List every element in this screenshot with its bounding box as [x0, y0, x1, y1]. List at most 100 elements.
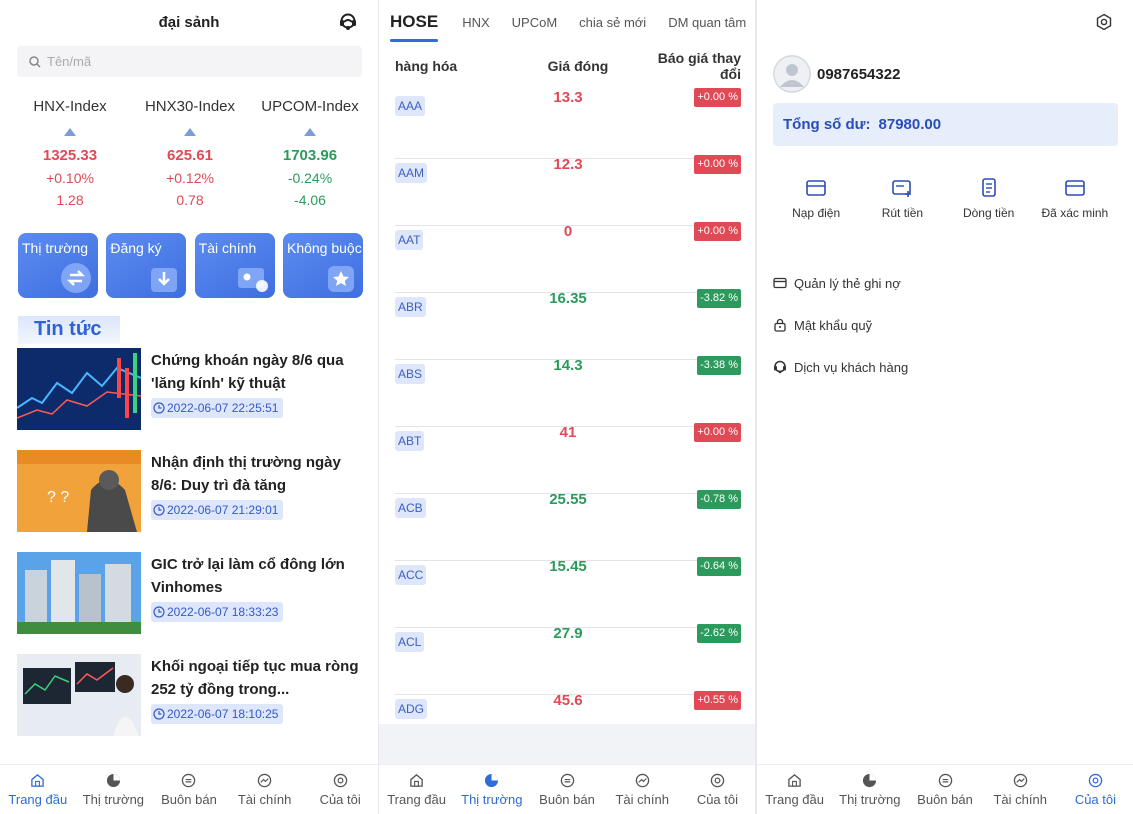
table-row[interactable]: ACB 25.55 -0.78 %	[395, 490, 741, 561]
trade-icon	[938, 773, 952, 787]
index-change: -4.06	[294, 192, 326, 208]
stock-code[interactable]: ACC	[395, 565, 427, 585]
quick-register-button[interactable]: Đăng ký	[106, 233, 187, 298]
download-bag-icon	[151, 268, 178, 292]
pie-chart-icon	[106, 773, 120, 787]
table-row[interactable]: AAA 13.3 +0.00 %	[395, 88, 741, 159]
cashflow-button[interactable]: Dòng tiền	[946, 178, 1032, 220]
bottom-nav: Trang đầu Thị trường Buôn bán Tài chính …	[0, 764, 378, 814]
trend-icon	[635, 773, 649, 787]
index-hnx[interactable]: HNX-Index 1325.33 +0.10% 1.28	[10, 98, 130, 211]
list-item[interactable]: Khối ngoại tiếp tục mua ròng 252 tỷ đồng…	[17, 654, 367, 756]
tab-hnx[interactable]: HNX	[462, 15, 489, 30]
nav-market[interactable]: Thị trường	[76, 765, 152, 814]
index-upcom[interactable]: UPCOM-Index 1703.96 -0.24% -4.06	[250, 98, 370, 211]
table-row[interactable]: ACC 15.45 -0.64 %	[395, 557, 741, 628]
stock-code[interactable]: AAT	[395, 230, 424, 250]
list-item[interactable]: GIC trở lại làm cổ đông lớn Vinhomes 202…	[17, 552, 367, 654]
nav-home[interactable]: Trang đầu	[757, 765, 832, 814]
quick-label: Tài chính	[198, 240, 257, 256]
credit-card-icon	[773, 277, 787, 289]
headset-icon	[774, 360, 786, 374]
news-timestamp: 2022-06-07 18:10:25	[151, 704, 284, 724]
tab-hose[interactable]: HOSE	[390, 12, 439, 42]
change-badge: +0.00 %	[694, 88, 741, 107]
pie-chart-icon	[863, 773, 877, 787]
tab-upcom[interactable]: UPCoM	[512, 15, 558, 30]
table-row[interactable]: ABT 41 +0.00 %	[395, 423, 741, 494]
list-item[interactable]: Chứng khoán ngày 8/6 qua 'lăng kính' kỹ …	[17, 348, 367, 450]
stock-price: 14.3	[553, 357, 583, 374]
settings-gear-icon[interactable]	[1095, 13, 1113, 31]
stock-table: hàng hóa Giá đóng Báo giá thay đổi AAA 1…	[379, 44, 755, 724]
lock-icon	[774, 318, 786, 332]
table-row[interactable]: ABS 14.3 -3.38 %	[395, 356, 741, 427]
nav-home[interactable]: Trang đầu	[0, 765, 76, 814]
nav-mine[interactable]: Của tôi	[302, 765, 378, 814]
up-arrow-icon	[184, 128, 196, 136]
index-hnx30[interactable]: HNX30-Index 625.61 +0.12% 0.78	[130, 98, 250, 211]
nav-label: Tài chính	[615, 791, 669, 807]
stock-code[interactable]: ABR	[395, 297, 426, 317]
table-row[interactable]: ADG 45.6 +0.55 %	[395, 691, 741, 762]
customer-service-icon[interactable]	[338, 12, 358, 32]
menu-customer-service[interactable]: Dịch vụ khách hàng	[773, 346, 1118, 388]
user-circle-icon	[1088, 773, 1103, 787]
menu-fund-password[interactable]: Mật khẩu quỹ	[773, 304, 1118, 346]
index-value: 625.61	[167, 147, 213, 164]
trade-icon	[560, 773, 574, 787]
stock-code[interactable]: ACL	[395, 632, 425, 652]
col-code-header: hàng hóa	[395, 58, 458, 74]
stock-code[interactable]: AAM	[395, 163, 428, 183]
stock-code[interactable]: ACB	[395, 498, 426, 518]
search-input[interactable]	[47, 54, 347, 69]
nav-trade[interactable]: Buôn bán	[151, 765, 227, 814]
quick-market-button[interactable]: Thị trường	[18, 233, 98, 298]
nav-finance[interactable]: Tài chính	[605, 765, 680, 814]
nav-finance[interactable]: Tài chính	[227, 765, 303, 814]
id-card-icon	[237, 268, 268, 292]
nav-mine[interactable]: Của tôi	[1058, 765, 1133, 814]
index-name: HNX-Index	[33, 98, 107, 115]
nav-home[interactable]: Trang đầu	[379, 765, 454, 814]
nav-trade[interactable]: Buôn bán	[907, 765, 982, 814]
stock-price: 41	[559, 424, 577, 441]
quick-unlimited-button[interactable]: Không buộc	[282, 233, 363, 298]
table-header: hàng hóa Giá đóng Báo giá thay đổi	[379, 44, 755, 88]
document-icon	[981, 178, 996, 197]
trade-icon	[182, 773, 196, 787]
list-item[interactable]: ? ? Nhận định thị trường ngày 8/6: Duy t…	[17, 450, 367, 552]
stock-code[interactable]: ADG	[395, 699, 428, 719]
nav-trade[interactable]: Buôn bán	[529, 765, 604, 814]
menu-debit-card[interactable]: Quản lý thẻ ghi nợ	[773, 262, 1118, 304]
table-row[interactable]: AAT 0 +0.00 %	[395, 222, 741, 293]
home-panel: đại sảnh HNX-Index 1325.33 +0.10% 1.28 H…	[0, 0, 378, 814]
news-section-header: Tin tức	[18, 316, 120, 344]
nav-finance[interactable]: Tài chính	[983, 765, 1058, 814]
change-badge: -0.78 %	[697, 490, 741, 509]
withdraw-button[interactable]: Rút tiền	[859, 178, 945, 220]
avatar[interactable]	[773, 55, 811, 93]
verified-button[interactable]: Đã xác minh	[1032, 178, 1118, 220]
nav-market[interactable]: Thị trường	[832, 765, 907, 814]
table-row[interactable]: ACL 27.9 -2.62 %	[395, 624, 741, 695]
change-badge: +0.55 %	[694, 691, 741, 710]
tab-watchlist[interactable]: DM quan tâm	[668, 15, 746, 30]
quick-finance-button[interactable]: Tài chính	[194, 233, 275, 298]
exchange-icon	[61, 263, 91, 293]
stock-code[interactable]: AAA	[395, 96, 426, 116]
tab-new-shares[interactable]: chia sẻ mới	[579, 15, 646, 30]
table-row[interactable]: AAM 12.3 +0.00 %	[395, 155, 741, 226]
nav-market[interactable]: Thị trường	[454, 765, 529, 814]
search-bar[interactable]	[17, 46, 362, 77]
index-change: 0.78	[176, 192, 204, 208]
action-label: Rút tiền	[881, 206, 924, 220]
table-row[interactable]: ABR 16.35 -3.82 %	[395, 289, 741, 360]
stock-code[interactable]: ABT	[395, 431, 425, 451]
index-value: 1325.33	[42, 147, 98, 164]
stock-price: 12.3	[553, 156, 583, 173]
deposit-button[interactable]: Nạp điện	[773, 178, 859, 220]
stock-code[interactable]: ABS	[395, 364, 426, 384]
star-icon	[327, 266, 354, 292]
nav-mine[interactable]: Của tôi	[680, 765, 755, 814]
